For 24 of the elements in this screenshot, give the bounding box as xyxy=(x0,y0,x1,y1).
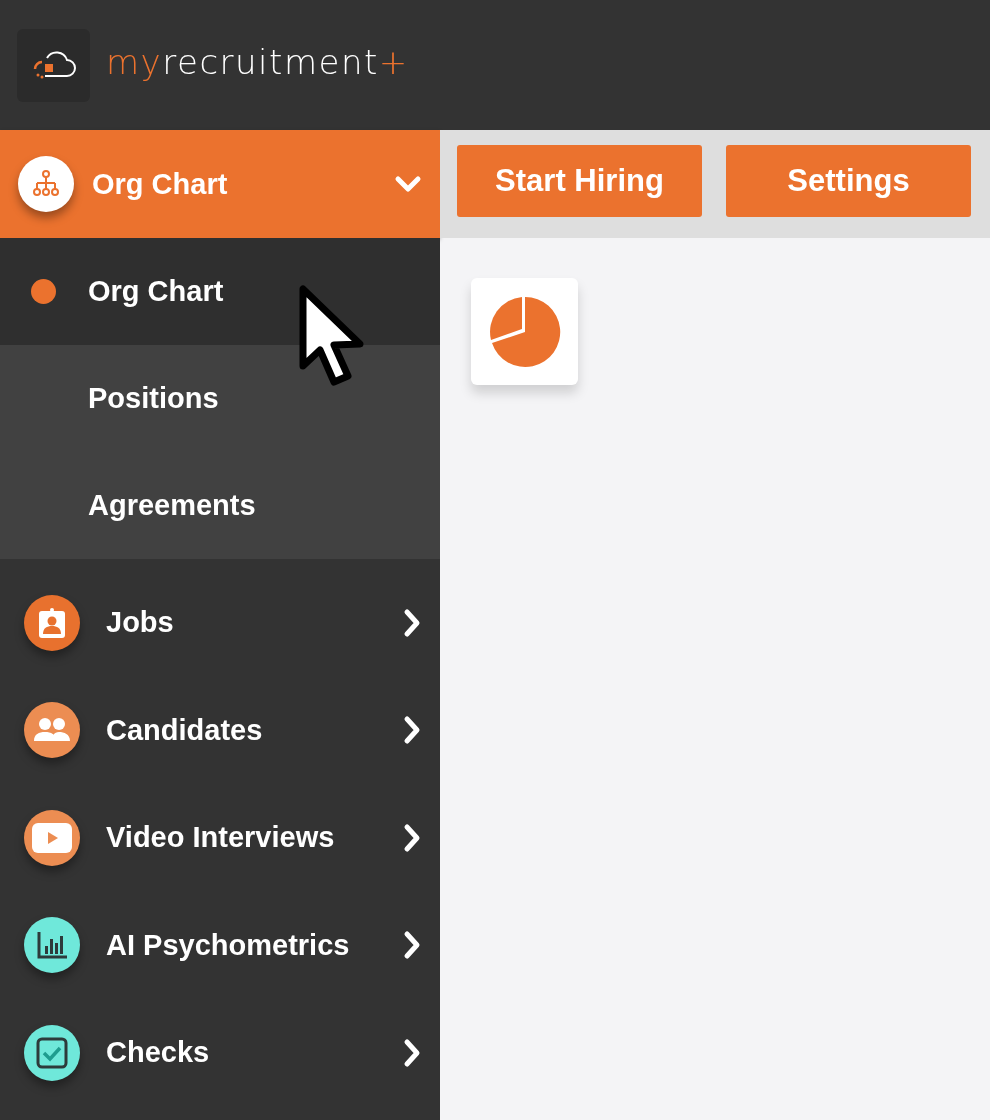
chevron-right-icon xyxy=(402,715,422,746)
id-badge-icon xyxy=(37,606,67,639)
submenu-item[interactable]: Positions xyxy=(0,345,440,452)
app-tile[interactable] xyxy=(471,278,578,385)
hierarchy-icon xyxy=(32,170,60,198)
checkbox-icon xyxy=(36,1036,68,1069)
nav-item[interactable]: Video Interviews xyxy=(0,784,440,892)
chevron-right-icon xyxy=(402,1037,422,1068)
chevron-down-icon xyxy=(394,174,422,194)
nav-item[interactable]: Candidates xyxy=(0,676,440,784)
submenu-item[interactable]: Org Chart xyxy=(0,238,440,345)
chevron-right-icon xyxy=(402,930,422,961)
nav-item[interactable]: Jobs xyxy=(0,569,440,677)
nav-item[interactable]: Checks xyxy=(0,999,440,1107)
submenu-item[interactable]: Agreements xyxy=(0,452,440,559)
pie-chart-icon xyxy=(488,295,561,368)
brand-wordmark: my recruitment+ xyxy=(106,42,409,82)
chevron-right-icon xyxy=(402,607,422,638)
play-button-icon xyxy=(32,822,72,853)
people-icon xyxy=(34,717,70,744)
logo-icon xyxy=(17,28,90,102)
chevron-right-icon xyxy=(402,822,422,853)
bar-chart-icon xyxy=(36,930,68,961)
nav-item[interactable]: AI Psychometrics xyxy=(0,891,440,999)
